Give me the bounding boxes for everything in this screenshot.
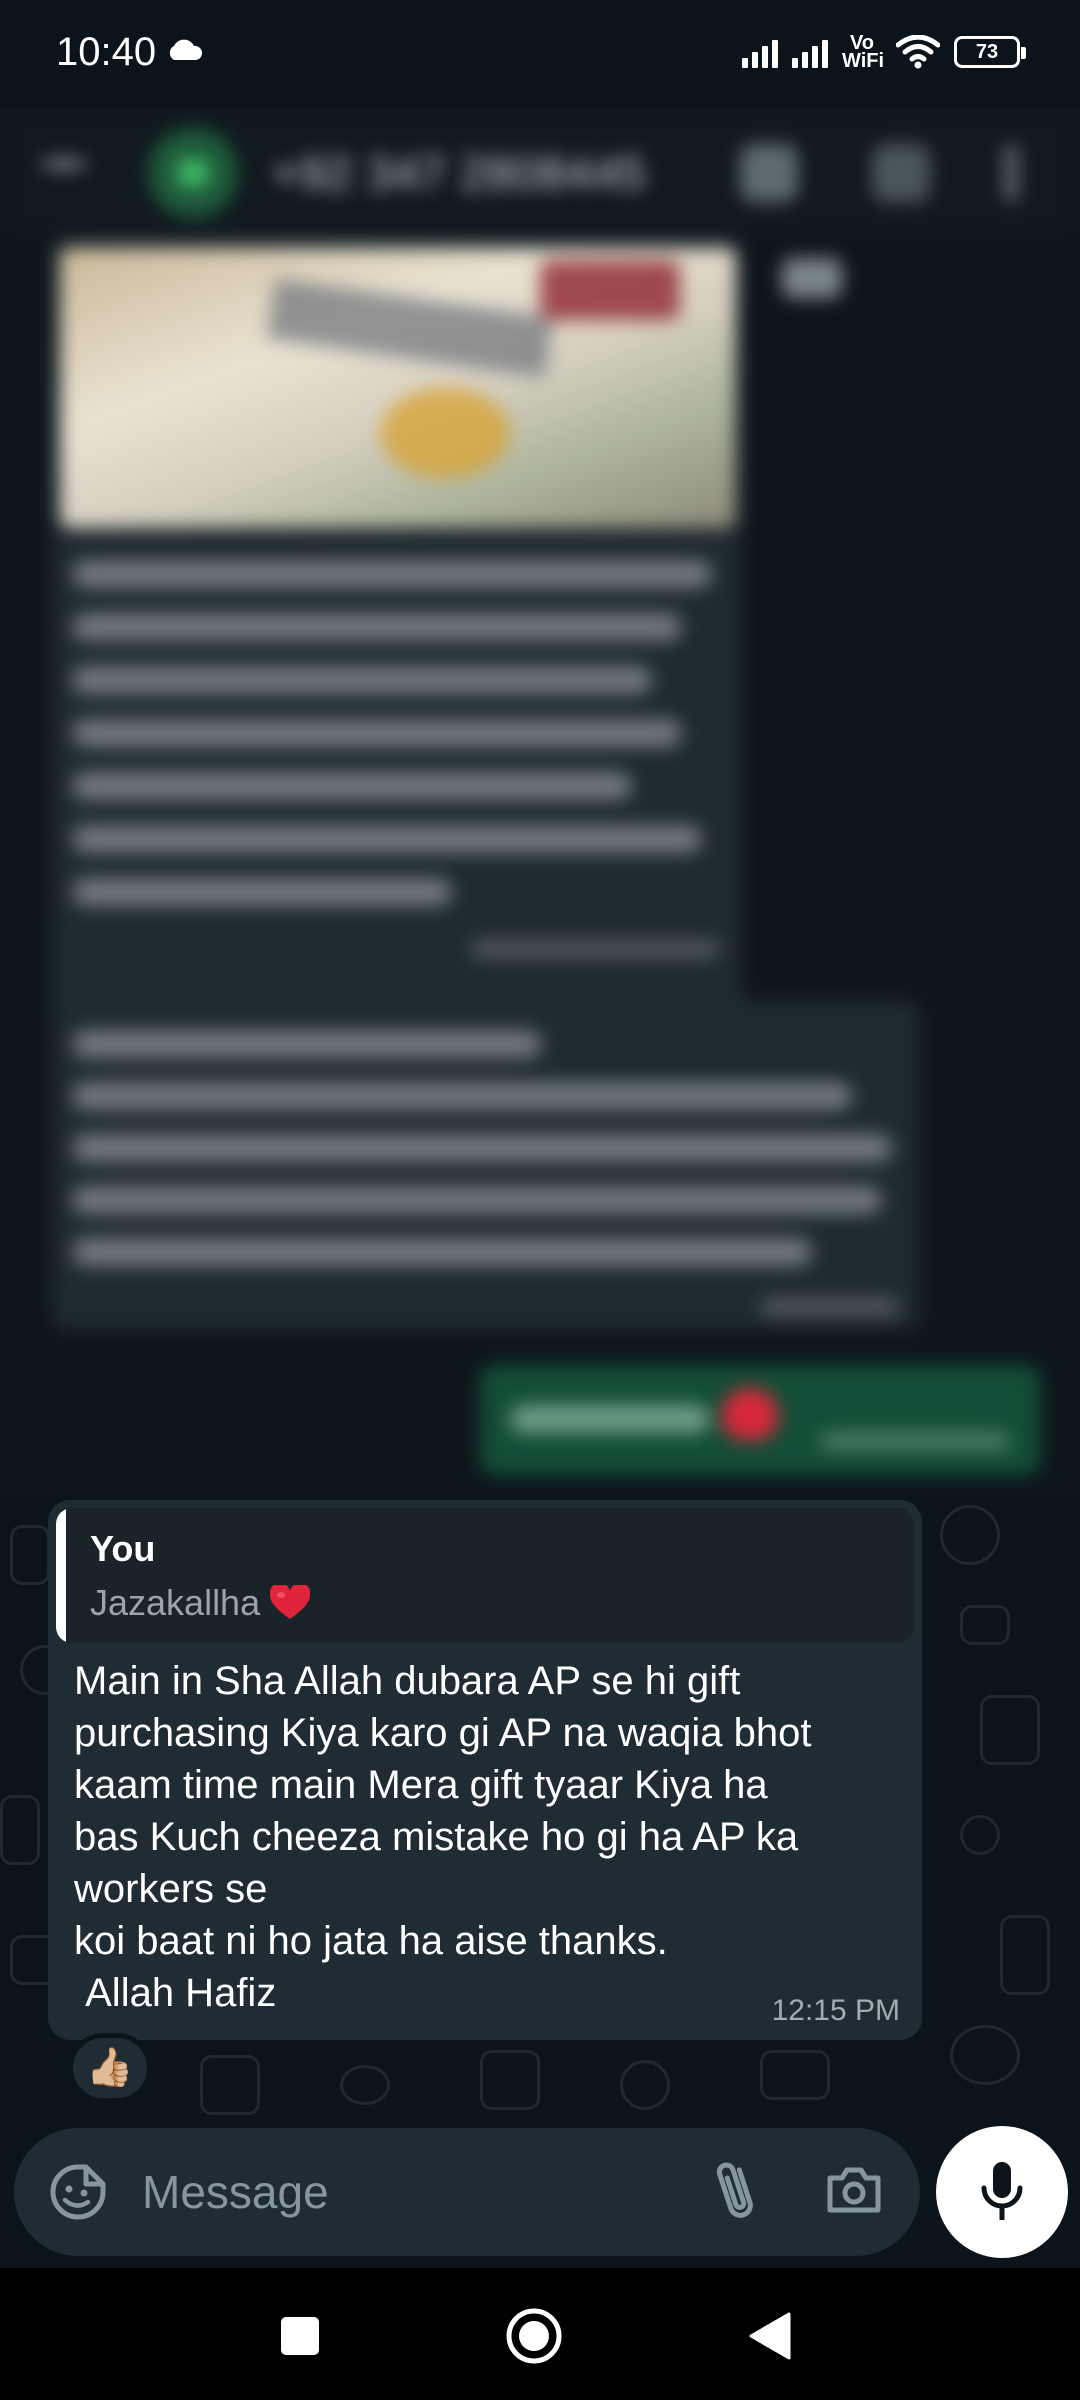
heart-emoji-icon: [270, 1585, 311, 1621]
message-bubble[interactable]: You Jazakallha Main in Sha Allah dubara …: [48, 1500, 922, 2040]
sticker-icon[interactable]: [48, 2162, 108, 2222]
blurred-text-line: [72, 1082, 852, 1110]
avatar: [148, 128, 238, 218]
blurred-chat-area: +92 347 2808445: [0, 110, 1080, 1495]
blurred-text-line: [72, 1030, 542, 1058]
signal-icon: [742, 36, 778, 68]
blurred-text-line: [72, 772, 632, 800]
wallpaper-doodle: [980, 1695, 1040, 1765]
blurred-text-line: [72, 878, 452, 906]
wallpaper-doodle: [480, 2050, 540, 2110]
blurred-text-line: [72, 613, 682, 641]
composer-bar: [14, 2128, 920, 2256]
blurred-text-line: [510, 1405, 710, 1433]
heart-emoji: [722, 1388, 778, 1440]
blurred-timestamp: [820, 1432, 1010, 1450]
contact-name: +92 347 2808445: [272, 147, 647, 199]
mic-icon: [981, 2162, 1023, 2220]
home-icon: [506, 2308, 562, 2364]
blurred-text-line: [72, 1238, 812, 1266]
recents-button[interactable]: [268, 2304, 332, 2368]
vowifi-label: Vo WiFi: [842, 32, 885, 72]
video-call-icon: [740, 144, 798, 202]
blurred-text-line: [72, 825, 702, 853]
wallpaper-doodle: [1000, 1915, 1050, 1995]
attach-icon[interactable]: [706, 2158, 766, 2226]
cloud-icon: [169, 39, 203, 60]
wallpaper-doodle: [620, 2060, 670, 2110]
wallpaper-doodle: [960, 1815, 1000, 1855]
quoted-text: Jazakallha: [90, 1582, 261, 1623]
blurred-text-line: [72, 1134, 892, 1162]
wallpaper-doodle: [760, 2050, 830, 2100]
blurred-text-line: [72, 560, 712, 588]
signal-icon: [792, 36, 828, 68]
image-detail: [540, 260, 680, 320]
quote-bar: [56, 1508, 66, 1643]
camera-icon[interactable]: [824, 2160, 884, 2220]
blurred-timestamp: [760, 1298, 900, 1316]
blurred-text-line: [72, 719, 682, 747]
wallpaper-doodle: [940, 1505, 1000, 1565]
forward-icon: [782, 258, 842, 298]
voice-call-icon: [872, 144, 930, 202]
chat-header: +92 347 2808445: [0, 110, 1080, 235]
wallpaper-doodle: [200, 2055, 260, 2115]
wallpaper-doodle: [950, 2025, 1020, 2085]
blurred-timestamp: [470, 940, 720, 958]
status-icons: Vo WiFi 73: [742, 30, 1026, 74]
message-time: 12:15 PM: [771, 1994, 900, 2027]
blurred-text-line: [72, 1186, 882, 1214]
system-nav-bar: [0, 2268, 1080, 2400]
wallpaper-doodle: [340, 2065, 390, 2105]
message-input[interactable]: [142, 2152, 662, 2232]
quoted-author: You: [90, 1528, 156, 1569]
more-icon: [1004, 144, 1018, 202]
recents-icon: [281, 2317, 319, 2355]
back-icon: [749, 2312, 791, 2360]
message-text: Main in Sha Allah dubara AP se hi gift p…: [74, 1659, 812, 2015]
wallpaper-doodle: [960, 1605, 1010, 1645]
mic-button[interactable]: [936, 2126, 1068, 2258]
status-bar: 10:40 Vo WiFi 73: [0, 0, 1080, 110]
blurred-text-line: [72, 666, 652, 694]
home-button[interactable]: [502, 2304, 566, 2368]
wallpaper-doodle: [0, 1795, 40, 1865]
quoted-text-row: Jazakallha: [90, 1582, 311, 1624]
reaction-badge[interactable]: 👍🏼: [68, 2033, 152, 2103]
status-time: 10:40: [56, 30, 157, 74]
back-arrow-icon: [44, 160, 84, 168]
back-button[interactable]: [738, 2304, 802, 2368]
battery-icon: 73: [954, 36, 1026, 68]
wallpaper-doodle: [10, 1525, 50, 1585]
wifi-icon: [896, 35, 940, 69]
quoted-reply[interactable]: You Jazakallha: [56, 1508, 914, 1643]
